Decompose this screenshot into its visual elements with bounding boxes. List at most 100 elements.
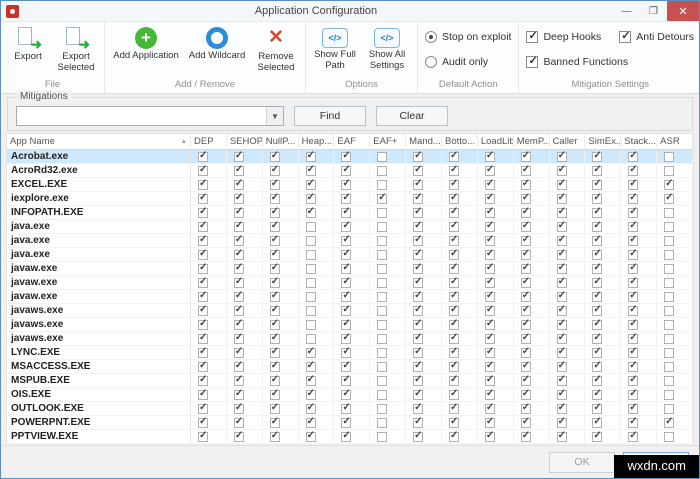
mitigation-checkbox[interactable] <box>592 388 603 400</box>
mitigation-checkbox[interactable] <box>556 318 567 330</box>
mitigation-checkbox[interactable] <box>556 234 567 246</box>
mitigation-checkbox[interactable] <box>341 388 352 400</box>
mitigation-checkbox[interactable] <box>233 220 244 232</box>
mitigation-checkbox[interactable] <box>556 430 567 442</box>
mitigation-checkbox[interactable] <box>341 402 352 414</box>
mitigation-checkbox[interactable] <box>556 360 567 372</box>
mitigation-checkbox[interactable] <box>377 291 388 302</box>
mitigation-checkbox[interactable] <box>269 220 280 232</box>
mitigation-checkbox[interactable] <box>305 319 316 330</box>
mitigation-checkbox[interactable] <box>592 164 603 176</box>
mitigation-checkbox[interactable] <box>628 164 639 176</box>
mitigation-checkbox[interactable] <box>413 248 424 260</box>
mitigation-checkbox[interactable] <box>449 430 459 442</box>
table-row[interactable]: java.exe <box>7 220 693 234</box>
mitigation-checkbox[interactable] <box>556 402 567 414</box>
column-header[interactable]: SEHOP <box>227 134 263 149</box>
mitigation-checkbox[interactable] <box>377 305 388 316</box>
mitigation-checkbox[interactable] <box>269 402 280 414</box>
mitigation-checkbox[interactable] <box>628 234 639 246</box>
mitigation-checkbox[interactable] <box>664 389 675 400</box>
table-row[interactable]: javaws.exe <box>7 304 693 318</box>
mitigation-checkbox[interactable] <box>556 262 567 274</box>
mitigation-checkbox[interactable] <box>413 150 424 162</box>
mitigation-checkbox[interactable] <box>664 375 675 386</box>
mitigation-checkbox[interactable] <box>592 346 603 358</box>
mitigation-checkbox[interactable] <box>413 416 424 428</box>
mitigation-checkbox[interactable] <box>484 178 495 190</box>
mitigation-checkbox[interactable] <box>592 220 603 232</box>
mitigation-checkbox[interactable] <box>377 263 388 274</box>
mitigation-checkbox[interactable] <box>233 150 244 162</box>
mitigation-checkbox[interactable] <box>413 402 424 414</box>
mitigation-checkbox[interactable] <box>484 262 495 274</box>
table-row[interactable]: MSACCESS.EXE <box>7 360 693 374</box>
mitigation-checkbox[interactable] <box>341 318 352 330</box>
mitigation-checkbox[interactable] <box>269 178 280 190</box>
mitigation-checkbox[interactable] <box>664 431 675 442</box>
mitigation-checkbox[interactable] <box>628 318 639 330</box>
mitigation-checkbox[interactable] <box>520 290 531 302</box>
mitigation-checkbox[interactable] <box>233 248 244 260</box>
mitigation-checkbox[interactable] <box>449 150 459 162</box>
mitigation-checkbox[interactable] <box>556 276 567 288</box>
mitigation-checkbox[interactable] <box>198 346 208 358</box>
mitigation-checkbox[interactable] <box>341 262 352 274</box>
anti-detours-checkbox[interactable]: Anti Detours <box>619 29 694 43</box>
mitigation-checkbox[interactable] <box>664 361 675 372</box>
mitigation-checkbox[interactable] <box>484 402 495 414</box>
mitigation-checkbox[interactable] <box>269 374 280 386</box>
mitigation-checkbox[interactable] <box>341 206 352 218</box>
mitigation-checkbox[interactable] <box>198 262 208 274</box>
mitigation-checkbox[interactable] <box>377 319 388 330</box>
mitigation-checkbox[interactable] <box>198 430 208 442</box>
mitigation-checkbox[interactable] <box>484 150 495 162</box>
mitigation-checkbox[interactable] <box>592 234 603 246</box>
table-row[interactable]: javaws.exe <box>7 318 693 332</box>
checkbox-icon[interactable] <box>526 54 539 68</box>
mitigation-checkbox[interactable] <box>413 178 424 190</box>
table-row[interactable]: MSPUB.EXE <box>7 374 693 388</box>
mitigation-checkbox[interactable] <box>305 164 316 176</box>
mitigation-checkbox[interactable] <box>449 388 459 400</box>
mitigation-checkbox[interactable] <box>269 276 280 288</box>
table-row[interactable]: POWERPNT.EXE <box>7 416 693 430</box>
mitigation-checkbox[interactable] <box>556 248 567 260</box>
mitigation-checkbox[interactable] <box>305 235 316 246</box>
mitigation-checkbox[interactable] <box>233 374 244 386</box>
table-row[interactable]: INFOPATH.EXE <box>7 206 693 220</box>
mitigation-checkbox[interactable] <box>341 332 352 344</box>
table-row[interactable]: javaws.exe <box>7 332 693 346</box>
mitigation-checkbox[interactable] <box>628 388 639 400</box>
show-all-settings-button[interactable]: </> Show All Settings <box>362 26 412 72</box>
mitigation-checkbox[interactable] <box>413 192 424 204</box>
mitigation-checkbox[interactable] <box>341 164 352 176</box>
mitigation-checkbox[interactable] <box>628 304 639 316</box>
mitigation-checkbox[interactable] <box>664 403 675 414</box>
mitigation-checkbox[interactable] <box>449 276 459 288</box>
column-header[interactable]: Mand... <box>406 134 442 149</box>
mitigation-checkbox[interactable] <box>484 276 495 288</box>
mitigation-checkbox[interactable] <box>269 234 280 246</box>
mitigation-checkbox[interactable] <box>449 346 459 358</box>
table-row[interactable]: OUTLOOK.EXE <box>7 402 693 416</box>
mitigation-checkbox[interactable] <box>484 304 495 316</box>
mitigation-checkbox[interactable] <box>628 276 639 288</box>
mitigation-checkbox[interactable] <box>269 150 280 162</box>
column-header[interactable]: DEP <box>191 134 227 149</box>
mitigation-checkbox[interactable] <box>198 318 208 330</box>
mitigation-checkbox[interactable] <box>520 276 531 288</box>
mitigation-checkbox[interactable] <box>305 305 316 316</box>
mitigation-checkbox[interactable] <box>198 178 208 190</box>
table-row[interactable]: java.exe <box>7 234 693 248</box>
mitigation-checkbox[interactable] <box>628 374 639 386</box>
mitigation-checkbox[interactable] <box>449 192 459 204</box>
mitigation-checkbox[interactable] <box>449 178 459 190</box>
mitigation-checkbox[interactable] <box>592 192 603 204</box>
mitigation-checkbox[interactable] <box>377 417 388 428</box>
column-header[interactable]: EAF+ <box>370 134 407 149</box>
close-window-button[interactable]: ✕ <box>667 1 699 21</box>
mitigation-checkbox[interactable] <box>305 277 316 288</box>
mitigation-checkbox[interactable] <box>377 389 388 400</box>
mitigation-checkbox[interactable] <box>413 290 424 302</box>
